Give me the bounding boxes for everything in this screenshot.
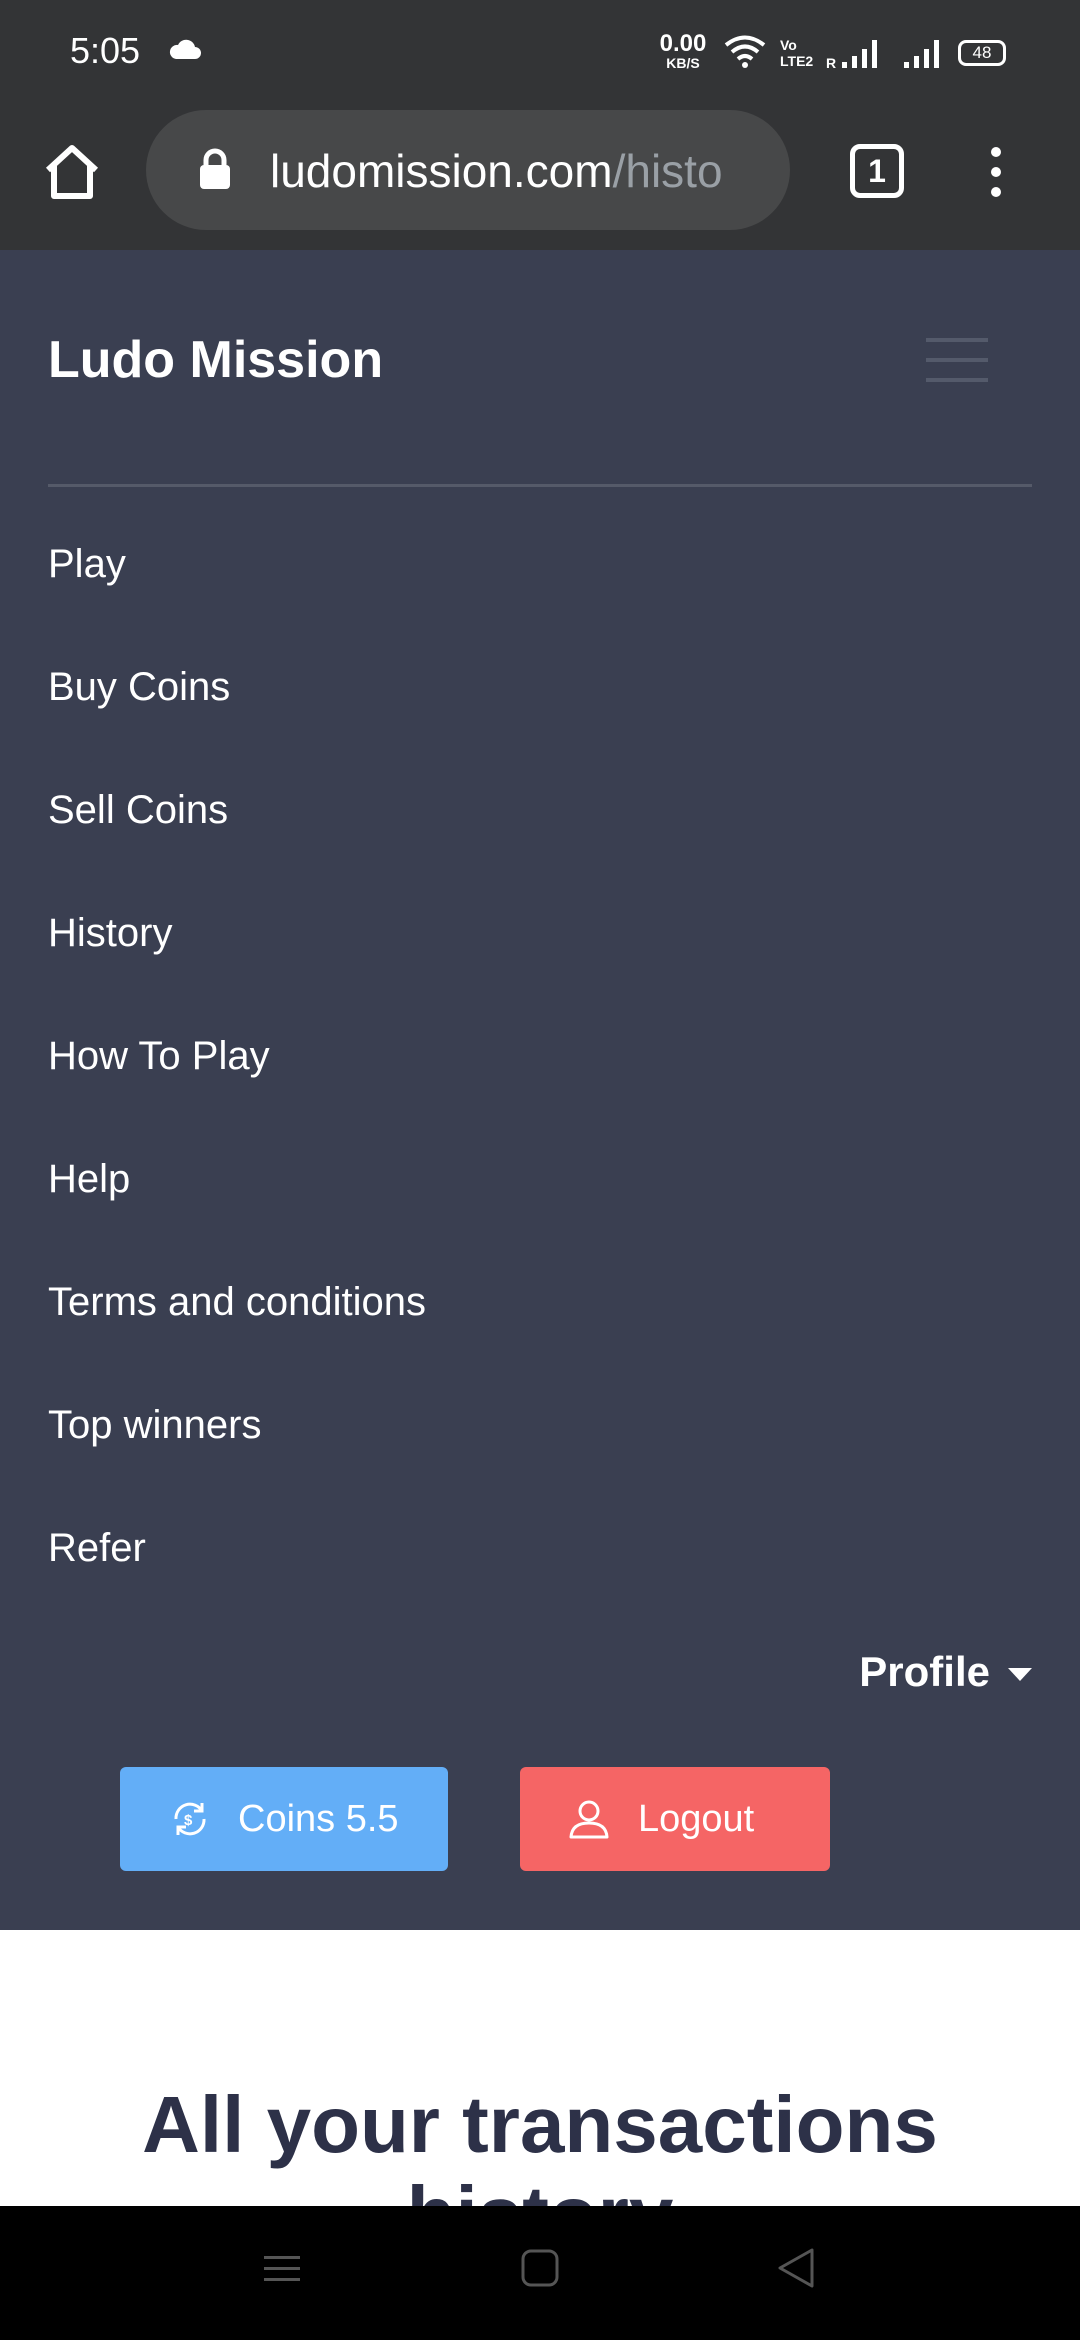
nav-item-sell-coins[interactable]: Sell Coins <box>48 788 228 833</box>
site-navbar: Ludo Mission Play Buy Coins Sell Coins H… <box>0 250 1080 1930</box>
navbar-toggle-icon[interactable] <box>926 336 988 384</box>
overflow-menu-icon[interactable] <box>980 142 1012 202</box>
nav-item-terms[interactable]: Terms and conditions <box>48 1280 426 1325</box>
nav-item-play[interactable]: Play <box>48 542 126 587</box>
recents-menu-icon[interactable] <box>262 2248 302 2288</box>
network-speed-value: 0.00 <box>659 30 707 57</box>
main-content: All your transactions history <box>0 1930 1080 2206</box>
browser-toolbar: ludomission.com/histo 1 <box>0 106 1080 250</box>
nav-item-buy-coins[interactable]: Buy Coins <box>48 665 230 710</box>
caret-down-icon <box>1008 1668 1032 1682</box>
network-speed: 0.00 KB/S <box>656 30 710 71</box>
volte-icon: Vo LTE2 <box>780 37 813 69</box>
logout-button[interactable]: Logout <box>520 1767 830 1871</box>
tab-count: 1 <box>868 153 886 189</box>
signal-r-icon: R <box>826 40 877 70</box>
home-square-icon[interactable] <box>520 2248 560 2288</box>
profile-dropdown[interactable]: Profile <box>859 1648 1032 1696</box>
coins-button[interactable]: $ Coins 5.5 <box>120 1767 448 1871</box>
svg-text:LTE2: LTE2 <box>780 53 813 69</box>
page-title: All your transactions history <box>142 2080 938 2206</box>
battery-level: 48 <box>972 43 992 62</box>
logout-button-label: Logout <box>638 1797 755 1840</box>
network-speed-unit: KB/S <box>666 55 700 71</box>
svg-text:$: $ <box>184 1812 193 1829</box>
lock-icon <box>200 148 230 189</box>
url-domain: ludomission.com <box>270 145 613 197</box>
profile-label: Profile <box>859 1648 990 1695</box>
address-bar[interactable]: ludomission.com/histo <box>146 110 790 230</box>
nav-item-history[interactable]: History <box>48 911 172 956</box>
user-icon <box>569 1800 609 1839</box>
url-text: ludomission.com/histo <box>270 144 723 198</box>
nav-item-refer[interactable]: Refer <box>48 1526 146 1571</box>
cloud-icon <box>169 39 201 59</box>
url-path: /histo <box>612 145 723 197</box>
coin-exchange-icon: $ <box>174 1802 206 1836</box>
battery-icon: 48 <box>958 40 1006 66</box>
status-icons: 0.00 KB/S Vo LTE2 R 48 <box>656 32 1010 76</box>
home-icon[interactable] <box>40 140 104 204</box>
svg-text:Vo: Vo <box>780 37 797 53</box>
nav-divider <box>48 484 1032 487</box>
wifi-icon <box>724 35 766 68</box>
nav-item-help[interactable]: Help <box>48 1157 130 1202</box>
status-time: 5:05 <box>70 30 141 71</box>
nav-item-how-to-play[interactable]: How To Play <box>48 1034 270 1079</box>
svg-text:R: R <box>826 55 836 70</box>
tab-switcher-button[interactable]: 1 <box>850 144 904 198</box>
coins-button-label: Coins 5.5 <box>238 1797 399 1840</box>
back-triangle-icon[interactable] <box>776 2246 816 2290</box>
system-nav-bar <box>0 2206 1080 2340</box>
signal-icon <box>904 40 939 68</box>
nav-item-top-winners[interactable]: Top winners <box>48 1403 261 1448</box>
status-bar: 5:05 0.00 KB/S Vo LTE2 R 48 <box>0 0 1080 106</box>
brand-title[interactable]: Ludo Mission <box>48 330 383 390</box>
